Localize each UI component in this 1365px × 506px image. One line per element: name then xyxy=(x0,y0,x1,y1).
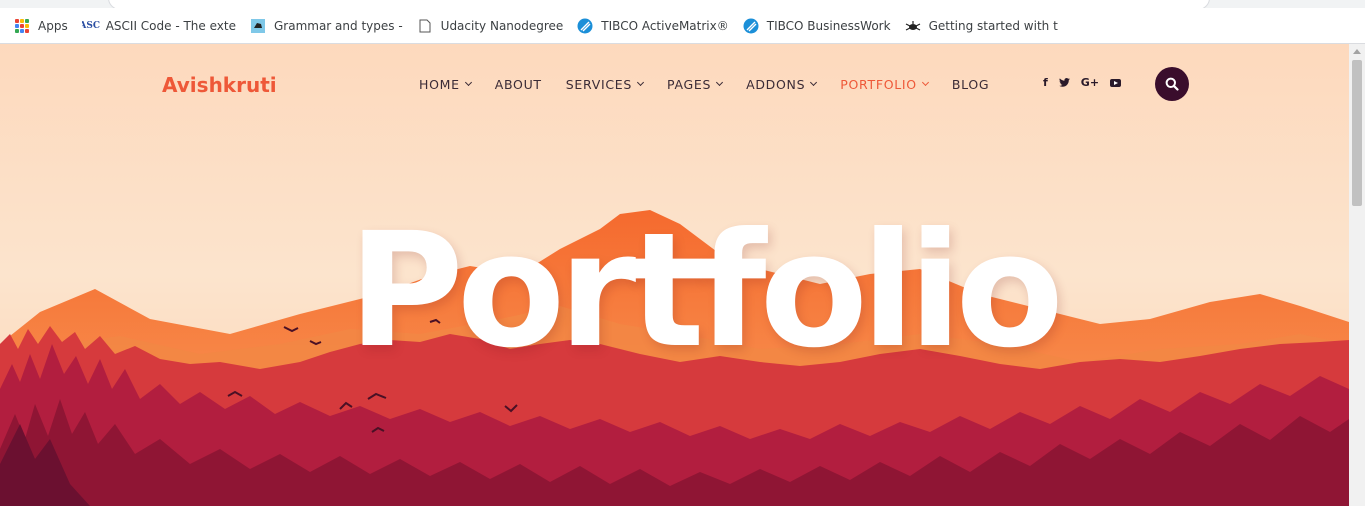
google-plus-icon[interactable]: G+ xyxy=(1081,76,1099,89)
site-logo[interactable]: Avishkruti xyxy=(162,73,277,97)
address-bar[interactable] xyxy=(108,0,1210,8)
apps-grid-icon xyxy=(14,18,30,34)
chevron-down-icon xyxy=(464,78,472,87)
bookmark-apps[interactable]: Apps xyxy=(14,18,68,34)
bookmark-label: ASCII Code - The exte xyxy=(105,18,236,33)
bookmarks-bar: Apps ASC ASCII Code - The exte Grammar a… xyxy=(0,8,1365,44)
bookmark-udacity[interactable]: Udacity Nanodegree xyxy=(417,18,564,34)
nav-label: SERVICES xyxy=(565,77,632,92)
nav-label: ABOUT xyxy=(494,77,542,92)
bookmark-getting-started[interactable]: Getting started with t xyxy=(905,18,1058,34)
ascii-favicon-icon: ASC xyxy=(81,20,101,31)
bookmark-label: Getting started with t xyxy=(928,18,1058,33)
social-links: f G+ xyxy=(1043,76,1132,89)
hero-title: Portfolio xyxy=(348,199,1064,383)
search-icon xyxy=(1165,77,1179,91)
nav-about[interactable]: ABOUT xyxy=(495,77,542,92)
bookmark-label: Udacity Nanodegree xyxy=(440,18,564,33)
bookmark-label: Grammar and types - xyxy=(273,18,403,33)
browser-toolbar xyxy=(0,0,1365,8)
nav-label: HOME xyxy=(419,77,460,92)
youtube-icon[interactable] xyxy=(1110,78,1122,87)
nav-home[interactable]: HOME xyxy=(419,77,472,92)
chevron-down-icon xyxy=(810,78,818,87)
nav-label: ADDONS xyxy=(746,77,806,92)
tibco-favicon-icon xyxy=(743,18,759,34)
main-menu: HOME ABOUT SERVICES PAGES ADDONS PORTFOL… xyxy=(419,77,1013,92)
chevron-down-icon xyxy=(921,78,929,87)
nav-label: PORTFOLIO xyxy=(840,77,917,92)
search-button[interactable] xyxy=(1155,67,1189,101)
web-page: Avishkruti HOME ABOUT SERVICES PAGES ADD… xyxy=(0,44,1349,506)
nav-label: PAGES xyxy=(667,77,712,92)
chevron-down-icon xyxy=(636,78,645,87)
nav-addons[interactable]: ADDONS xyxy=(746,77,818,92)
nav-blog[interactable]: BLOG xyxy=(952,77,989,92)
bookmark-grammar[interactable]: Grammar and types - xyxy=(250,18,403,34)
page-scrollbar[interactable] xyxy=(1349,44,1365,506)
bookmark-label: Apps xyxy=(38,18,68,33)
bookmark-tibco-activematrix[interactable]: TIBCO ActiveMatrix® xyxy=(577,18,729,34)
nav-services[interactable]: SERVICES xyxy=(565,77,645,92)
twitter-icon[interactable] xyxy=(1058,78,1070,87)
bookmark-label: TIBCO BusinessWork xyxy=(766,18,891,33)
nav-pages[interactable]: PAGES xyxy=(667,77,724,92)
chevron-down-icon xyxy=(716,78,724,87)
nav-portfolio[interactable]: PORTFOLIO xyxy=(840,77,929,92)
bookmark-label: TIBCO ActiveMatrix® xyxy=(601,18,729,33)
facebook-icon[interactable]: f xyxy=(1043,76,1048,89)
scrollbar-thumb[interactable] xyxy=(1352,60,1362,206)
scroll-up-arrow-icon[interactable] xyxy=(1353,49,1361,54)
grammar-favicon-icon xyxy=(250,18,266,34)
bookmark-ascii[interactable]: ASC ASCII Code - The exte xyxy=(82,18,236,34)
tibco-favicon-icon xyxy=(577,18,593,34)
site-header: Avishkruti HOME ABOUT SERVICES PAGES ADD… xyxy=(0,44,1349,124)
page-icon xyxy=(417,18,433,34)
spider-favicon-icon xyxy=(905,18,921,34)
nav-label: BLOG xyxy=(951,77,990,92)
bookmark-tibco-businessworks[interactable]: TIBCO BusinessWork xyxy=(743,18,891,34)
